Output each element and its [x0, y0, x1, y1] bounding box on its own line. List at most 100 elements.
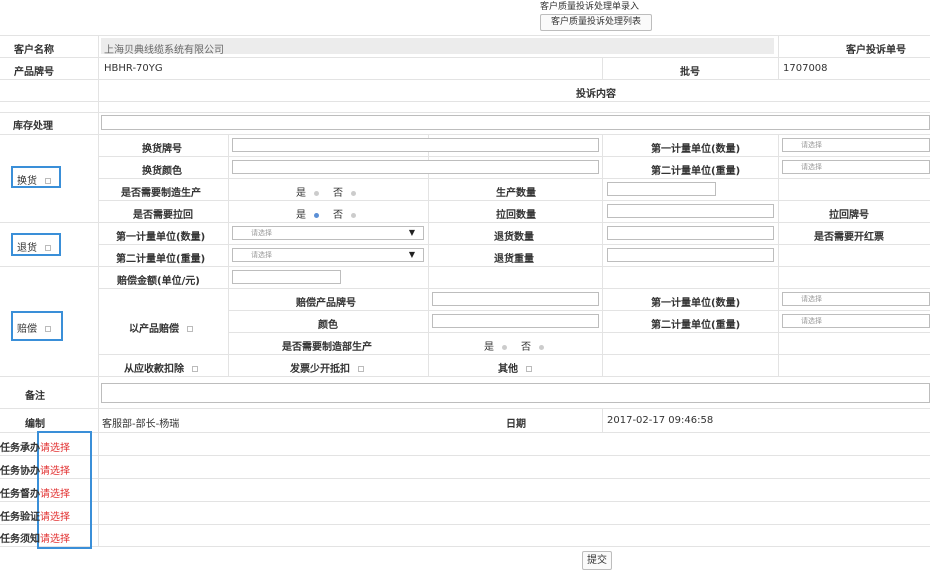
deduct-check-icon: [192, 366, 198, 372]
exchange-unit1-label: 第一计量单位(数量): [651, 144, 741, 155]
comp-unit2-select[interactable]: 请选择: [782, 314, 930, 328]
compensation-amount-label: 赔偿金额(单位/元): [117, 276, 200, 287]
exchange-check-icon: [45, 178, 51, 184]
return-qty-label: 退货数量: [494, 232, 534, 243]
comp-manufacture-radios[interactable]: 是否: [484, 338, 558, 353]
recall-radios[interactable]: 是否: [296, 206, 370, 221]
by-product-label: 以产品赔偿: [129, 324, 179, 335]
compensation-checkbox[interactable]: 赔偿: [17, 320, 51, 335]
comp-product-brand-input[interactable]: [432, 292, 599, 306]
return-unit1-select[interactable]: 请选择 ▼: [232, 226, 424, 240]
compensation-label: 赔偿: [17, 324, 37, 335]
recall-yes-radio[interactable]: [314, 212, 319, 218]
exchange-brand-label: 换货牌号: [142, 144, 182, 155]
return-unit2-select[interactable]: 请选择 ▼: [232, 248, 424, 262]
red-invoice-label: 是否需要开红票: [814, 232, 884, 243]
batch-label: 批号: [680, 67, 700, 78]
product-brand-value: HBHR-70YG: [104, 63, 163, 74]
return-checkbox[interactable]: 退货: [17, 239, 51, 254]
return-check-icon: [45, 245, 51, 251]
recall-brand-label: 拉回牌号: [829, 210, 869, 221]
remark-input[interactable]: [101, 383, 930, 403]
comp-color-label: 颜色: [318, 320, 338, 331]
comp-unit1-select[interactable]: 请选择: [782, 292, 930, 306]
task-handle-select[interactable]: 请选择: [40, 439, 70, 454]
recall-qty-label: 拉回数量: [496, 210, 536, 221]
submit-button[interactable]: 提交: [582, 551, 612, 570]
task-notice-select[interactable]: 请选择: [40, 530, 70, 545]
task-handle-label: 任务承办: [0, 443, 40, 454]
compensation-check-icon: [45, 326, 51, 332]
other-check-icon: [526, 366, 532, 372]
exchange-unit2-select[interactable]: 请选择: [782, 160, 930, 174]
other-label: 其他: [498, 364, 518, 375]
exchange-manufacture-label: 是否需要制造生产: [121, 188, 201, 199]
production-qty-input[interactable]: [607, 182, 716, 196]
comp-yes-radio[interactable]: [502, 344, 507, 350]
editor-label: 编制: [25, 419, 45, 430]
complaint-number-label: 客户投诉单号: [846, 45, 906, 56]
radio-yes[interactable]: [314, 190, 319, 196]
comp-manufacture-label: 是否需要制造部生产: [282, 342, 372, 353]
by-product-checkbox[interactable]: 以产品赔偿: [129, 320, 193, 335]
comp-no-label: 否: [521, 342, 531, 353]
compensation-amount-input[interactable]: [232, 270, 341, 284]
recall-no-radio[interactable]: [351, 212, 356, 218]
return-unit1-placeholder: 请选择: [251, 229, 272, 237]
task-verify-label: 任务验证: [0, 512, 40, 523]
stock-handling-label: 库存处理: [13, 121, 53, 132]
recall-no-label: 否: [333, 210, 343, 221]
exchange-color-label: 换货颜色: [142, 166, 182, 177]
comp-unit2-label: 第二计量单位(重量): [651, 320, 741, 331]
comp-color-input[interactable]: [432, 314, 599, 328]
exchange-unit1-placeholder: 请选择: [801, 141, 822, 149]
return-label: 退货: [17, 243, 37, 254]
customer-name-label: 客户名称: [14, 45, 54, 56]
return-unit1-label: 第一计量单位(数量): [116, 232, 206, 243]
exchange-manufacture-radios[interactable]: 是否: [296, 184, 370, 199]
editor-value: 客服部-部长-杨瑞: [102, 419, 180, 430]
task-assist-label: 任务协办: [0, 466, 40, 477]
deduct-receivable-label: 从应收款扣除: [124, 364, 184, 375]
exchange-brand-input[interactable]: [232, 138, 599, 152]
task-verify-select[interactable]: 请选择: [40, 508, 70, 523]
radio-no[interactable]: [351, 190, 356, 196]
exchange-unit2-placeholder: 请选择: [801, 163, 822, 171]
comp-yes-label: 是: [484, 342, 494, 353]
radio-yes-label: 是: [296, 188, 306, 199]
chevron-down-icon: ▼: [408, 250, 415, 259]
comp-unit1-placeholder: 请选择: [801, 295, 822, 303]
return-unit2-placeholder: 请选择: [251, 251, 272, 259]
comp-unit2-placeholder: 请选择: [801, 317, 822, 325]
complaint-list-button[interactable]: 客户质量投诉处理列表: [540, 14, 652, 31]
invoice-deduct-checkbox[interactable]: 发票少开抵扣: [290, 360, 364, 375]
return-weight-label: 退货重量: [494, 254, 534, 265]
invoice-deduct-label: 发票少开抵扣: [290, 364, 350, 375]
recall-yes-label: 是: [296, 210, 306, 221]
comp-no-radio[interactable]: [539, 344, 544, 350]
chevron-down-icon: ▼: [408, 228, 415, 237]
date-label: 日期: [506, 419, 526, 430]
other-checkbox[interactable]: 其他: [498, 360, 532, 375]
page-title: 客户质量投诉处理单录入: [540, 2, 640, 12]
date-value: 2017-02-17 09:46:58: [607, 415, 714, 426]
task-assist-select[interactable]: 请选择: [40, 462, 70, 477]
recall-qty-input[interactable]: [607, 204, 774, 218]
task-supervise-select[interactable]: 请选择: [40, 485, 70, 500]
exchange-checkbox[interactable]: 换货: [17, 172, 51, 187]
task-supervise-label: 任务督办: [0, 489, 40, 500]
batch-value: 1707008: [783, 63, 828, 74]
exchange-unit1-select[interactable]: 请选择: [782, 138, 930, 152]
stock-handling-input[interactable]: [101, 115, 930, 130]
return-weight-input[interactable]: [607, 248, 774, 262]
return-qty-input[interactable]: [607, 226, 774, 240]
deduct-receivable-checkbox[interactable]: 从应收款扣除: [124, 360, 198, 375]
remark-label: 备注: [25, 391, 45, 402]
comp-unit1-label: 第一计量单位(数量): [651, 298, 741, 309]
product-brand-label: 产品牌号: [14, 67, 54, 78]
exchange-color-input[interactable]: [232, 160, 599, 174]
customer-name-value: 上海贝典线缆系统有限公司: [104, 45, 224, 56]
radio-no-label: 否: [333, 188, 343, 199]
task-notice-label: 任务须知: [0, 534, 40, 545]
exchange-unit2-label: 第二计量单位(重量): [651, 166, 741, 177]
